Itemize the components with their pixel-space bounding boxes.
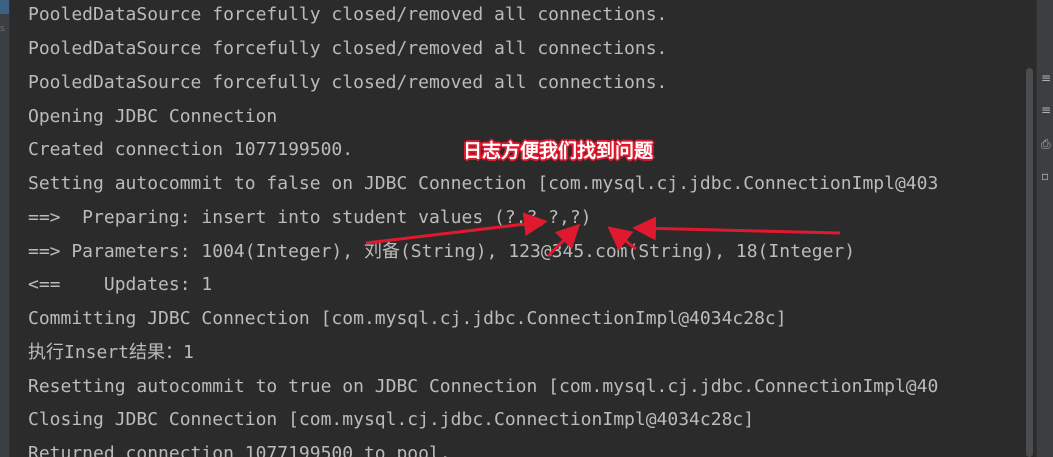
console-line-parameters: ==> Parameters: 1004(Integer), 刘备(String… (28, 241, 856, 262)
console-line: Created connection 1077199500. (28, 139, 354, 160)
console-line: Returned connection 1077199500 to pool. (28, 443, 451, 457)
console-line: Setting autocommit to false on JDBC Conn… (28, 173, 939, 194)
console-line: Closing JDBC Connection [com.mysql.cj.jd… (28, 409, 755, 430)
annotation-label: 日志方便我们找到问题 (463, 140, 654, 162)
console-line: Committing JDBC Connection [com.mysql.cj… (28, 308, 787, 329)
console-line: PooledDataSource forcefully closed/remov… (28, 4, 668, 25)
print-icon[interactable]: ⎙ (1041, 138, 1052, 150)
console-line: Opening JDBC Connection (28, 106, 278, 127)
scroll-to-end-icon[interactable]: ≡ (1041, 104, 1052, 116)
console-line-preparing-sql: ==> Preparing: insert into student value… (28, 207, 592, 228)
console-toolbar: ≡ ≡ ⎙ ▫ (1036, 0, 1053, 457)
tool-window-tab-marker[interactable] (0, 0, 9, 14)
console-line: 执行Insert结果：1 (28, 342, 194, 363)
console-line: PooledDataSource forcefully closed/remov… (28, 38, 668, 59)
console-line: PooledDataSource forcefully closed/remov… (28, 72, 668, 93)
console-line: <== Updates: 1 (28, 274, 213, 295)
soft-wrap-icon[interactable]: ≡ (1041, 72, 1052, 84)
clear-all-icon[interactable]: ▫ (1041, 170, 1052, 182)
left-tool-gutter: s (0, 0, 10, 457)
console-output[interactable]: PooledDataSource forcefully closed/remov… (10, 0, 1036, 457)
scrollbar-thumb[interactable] (1026, 68, 1033, 457)
gutter-label: s (0, 24, 5, 34)
console-line: Resetting autocommit to true on JDBC Con… (28, 376, 939, 397)
